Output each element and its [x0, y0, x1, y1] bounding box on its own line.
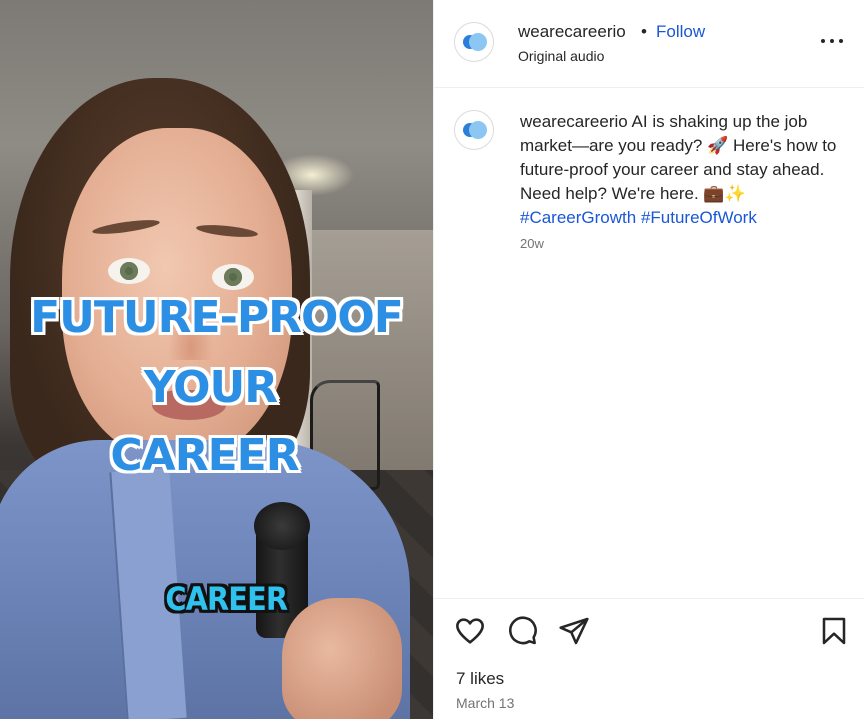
- separator-dot: •: [641, 22, 647, 41]
- hashtag-career-growth[interactable]: #CareerGrowth: [520, 208, 636, 227]
- more-dot: [839, 39, 843, 43]
- subtitle-caption: CAREER: [165, 580, 288, 618]
- post-details-panel: wearecareerio • Follow Original audio we…: [433, 0, 864, 719]
- caption-avatar[interactable]: [454, 110, 494, 150]
- more-dot: [821, 39, 825, 43]
- person-hand: [282, 598, 402, 719]
- overlay-line-2: YOUR: [143, 362, 278, 413]
- hashtag-future-of-work[interactable]: #FutureOfWork: [641, 208, 757, 227]
- original-audio-link[interactable]: Original audio: [518, 48, 604, 64]
- heart-icon[interactable]: [454, 615, 486, 647]
- logo-dot-light: [469, 33, 487, 51]
- left-eye: [108, 258, 150, 284]
- caption-timestamp[interactable]: 20w: [520, 236, 544, 251]
- likes-count[interactable]: 7 likes: [456, 669, 504, 689]
- avatar[interactable]: [454, 22, 494, 62]
- post-media[interactable]: FUTURE-PROOF YOUR CAREER CAREER: [0, 0, 433, 719]
- comment-icon[interactable]: [506, 615, 538, 647]
- follow-button[interactable]: Follow: [656, 22, 705, 42]
- post-header: wearecareerio • Follow Original audio: [434, 0, 864, 88]
- caption-username[interactable]: wearecareerio: [520, 112, 628, 131]
- post-date: March 13: [456, 695, 515, 711]
- action-bar: 7 likes March 13: [434, 598, 864, 719]
- more-dot: [830, 39, 834, 43]
- logo-dot-light: [469, 121, 487, 139]
- more-options-icon[interactable]: [818, 28, 846, 54]
- overlay-line-3: CAREER: [110, 430, 299, 481]
- caption-text: wearecareerio AI is shaking up the job m…: [520, 110, 840, 230]
- share-icon[interactable]: [558, 615, 590, 647]
- bookmark-icon[interactable]: [818, 615, 850, 647]
- overlay-line-1: FUTURE-PROOF: [30, 292, 404, 343]
- right-eye: [212, 264, 254, 290]
- microphone-head: [254, 502, 310, 550]
- caption-section: wearecareerio AI is shaking up the job m…: [434, 88, 864, 598]
- header-username[interactable]: wearecareerio: [518, 22, 626, 42]
